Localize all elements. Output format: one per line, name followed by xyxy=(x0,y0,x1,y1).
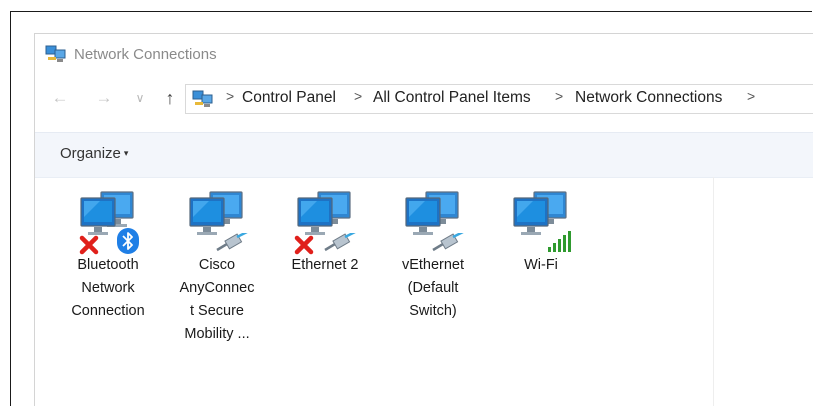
network-monitors-icon xyxy=(401,189,465,255)
window-title: Network Connections xyxy=(74,46,217,63)
caret-down-icon: ▾ xyxy=(123,148,129,158)
connection-label: Cisco AnyConnec t Secure Mobility ... xyxy=(179,257,255,342)
forward-button[interactable]: → xyxy=(93,86,115,110)
chevron-down-icon: ∨ xyxy=(135,91,145,105)
disconnected-x-icon xyxy=(79,235,99,255)
command-bar: Organize ▾ xyxy=(35,132,813,178)
arrow-right-icon: → xyxy=(95,88,113,107)
connection-label: Wi-Fi xyxy=(524,257,558,273)
connection-item-bluetooth[interactable]: Bluetooth Network Connection xyxy=(60,189,156,323)
breadcrumb-separator[interactable]: > xyxy=(555,88,563,104)
recent-locations-button[interactable]: ∨ xyxy=(133,86,147,110)
navigation-bar: ← → ∨ ↑ > Control Panel > All Control Pa… xyxy=(35,78,813,118)
arrow-left-icon: ← xyxy=(51,88,69,107)
address-bar[interactable]: > Control Panel > All Control Panel Item… xyxy=(185,84,813,114)
breadcrumb-all-control-panel-items[interactable]: All Control Panel Items xyxy=(373,89,531,107)
ethernet-cable-icon xyxy=(216,233,248,252)
network-connections-icon xyxy=(45,45,66,62)
wifi-signal-bars-icon xyxy=(548,231,571,252)
connection-label: Bluetooth Network Connection xyxy=(71,257,145,319)
organize-menu-button[interactable]: Organize ▾ xyxy=(60,145,128,162)
connection-item-vethernet-default-switch[interactable]: vEthernet (Default Switch) xyxy=(385,189,481,323)
breadcrumb-control-panel[interactable]: Control Panel xyxy=(242,89,336,107)
connection-item-ethernet-2[interactable]: Ethernet 2 xyxy=(277,189,373,277)
network-monitors-icon xyxy=(293,189,357,255)
arrow-up-icon: ↑ xyxy=(165,88,175,108)
ethernet-cable-icon xyxy=(432,233,464,252)
network-connections-icon xyxy=(192,90,213,107)
connections-list: Bluetooth Network Connection Cisco AnyCo… xyxy=(35,177,813,406)
organize-label: Organize xyxy=(60,145,121,162)
title-bar: Network Connections xyxy=(35,34,813,78)
connection-item-cisco-anyconnect[interactable]: Cisco AnyConnec t Secure Mobility ... xyxy=(169,189,265,346)
disconnected-x-icon xyxy=(294,235,314,255)
breadcrumb-network-connections[interactable]: Network Connections xyxy=(575,89,722,107)
breadcrumb-separator[interactable]: > xyxy=(226,88,234,104)
network-monitors-icon xyxy=(185,189,249,255)
connection-label: vEthernet (Default Switch) xyxy=(401,257,465,319)
connection-item-wifi[interactable]: Wi-Fi xyxy=(493,189,589,277)
connection-label: Ethernet 2 xyxy=(291,257,359,273)
monitor-front xyxy=(80,197,116,235)
breadcrumb-separator[interactable]: > xyxy=(747,88,755,104)
details-pane-divider xyxy=(713,177,714,406)
explorer-window: Network Connections ← → ∨ ↑ > Control Pa… xyxy=(34,33,813,406)
ethernet-cable-icon xyxy=(324,233,356,252)
back-button[interactable]: ← xyxy=(49,86,71,110)
network-monitors-icon xyxy=(76,189,140,255)
bluetooth-icon xyxy=(117,228,139,254)
breadcrumb-separator[interactable]: > xyxy=(354,88,362,104)
up-button[interactable]: ↑ xyxy=(159,86,181,110)
network-monitors-icon xyxy=(509,189,573,255)
